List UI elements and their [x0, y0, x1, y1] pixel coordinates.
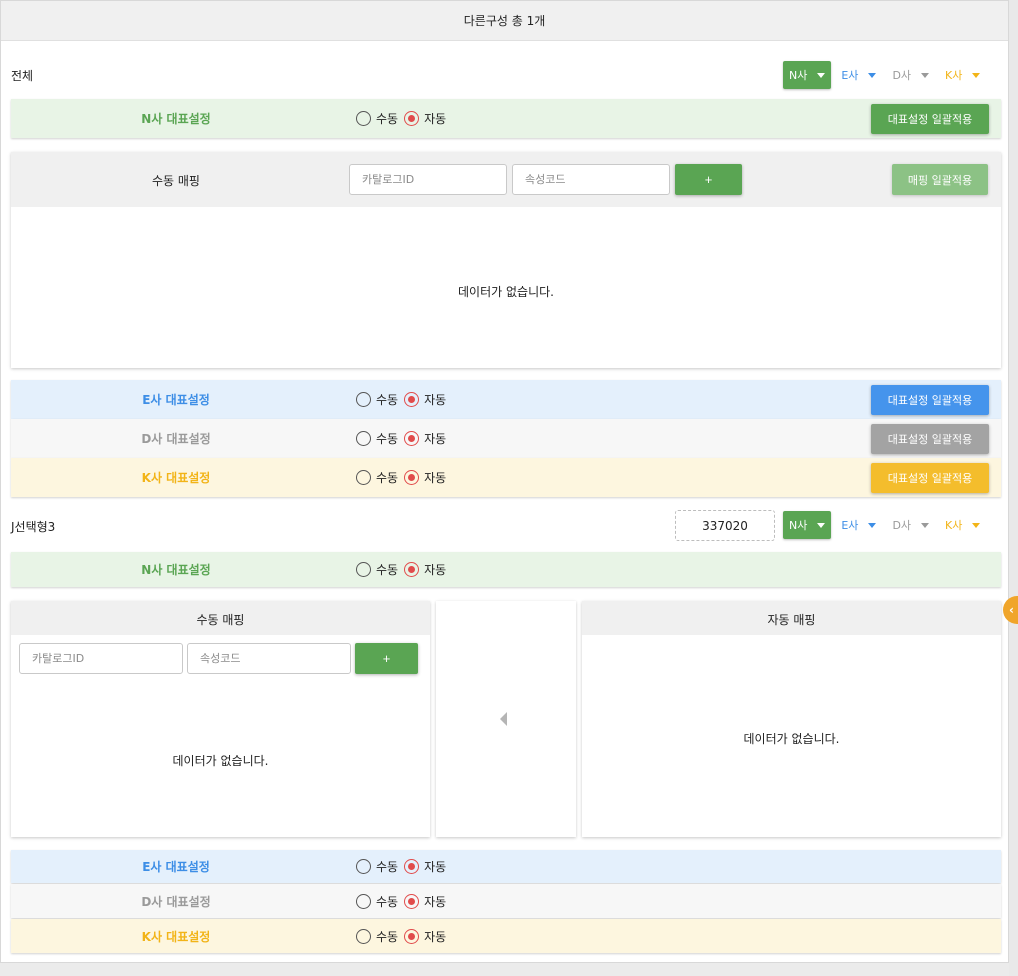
option-rep-setting-row-k: K사 대표설정 수동 자동 [11, 919, 1001, 953]
mode-radio-group: 수동 자동 [356, 561, 452, 578]
main-frame: 다른구성 총 1개 전체 N사 E사 D사 K사 N사 대표설정 수동 자동 대… [0, 0, 1009, 963]
vendor-dropdown-k[interactable]: K사 [939, 61, 986, 89]
radio-manual[interactable] [356, 893, 371, 909]
transfer-panel [436, 601, 576, 837]
add-mapping-button[interactable]: + [675, 164, 742, 195]
rep-setting-row-e: E사 대표설정 수동 자동 대표설정 일괄적용 [11, 380, 1001, 419]
mode-radio-group: 수동 자동 [356, 110, 452, 127]
rep-setting-label: E사 대표설정 [142, 393, 210, 407]
radio-manual[interactable] [356, 859, 371, 874]
vendor-dropdown-e[interactable]: E사 [835, 61, 882, 89]
mode-radio-group: 수동 자동 [356, 391, 452, 408]
rep-setting-label: N사 대표설정 [141, 112, 211, 126]
radio-manual[interactable] [356, 392, 371, 407]
caret-down-icon [868, 72, 877, 78]
vendor-dropdown-e[interactable]: E사 [835, 511, 882, 539]
radio-auto[interactable] [404, 562, 420, 577]
manual-mapping-title: 수동 매핑 [196, 613, 245, 627]
auto-mapping-header: 자동 매핑 [582, 601, 1001, 635]
vendor-filter-option: N사 E사 D사 K사 [779, 511, 986, 539]
page-header: 다른구성 총 1개 [1, 1, 1008, 41]
rep-setting-label: K사 대표설정 [141, 471, 211, 485]
manual-mapping-header: 수동 매핑 [11, 601, 430, 635]
radio-manual[interactable] [356, 431, 371, 446]
vendor-filter-all: N사 E사 D사 K사 [779, 61, 986, 89]
arrow-left-icon[interactable] [500, 712, 507, 726]
page-title: 다른구성 총 1개 [463, 14, 546, 28]
mode-radio-group: 수동 자동 [356, 928, 452, 945]
rep-setting-label: E사 대표설정 [142, 860, 210, 874]
empty-message: 데이터가 없습니다. [458, 285, 554, 299]
option-manual-mapping-panel: 수동 매핑 + 데이터가 없습니다. [11, 601, 430, 837]
option-rep-setting-row-e: E사 대표설정 수동 자동 [11, 850, 1001, 883]
vendor-dropdown-k[interactable]: K사 [939, 511, 986, 539]
rep-setting-row-d: D사 대표설정 수동 자동 대표설정 일괄적용 [11, 419, 1001, 458]
section-title-option: J선택형3 [11, 520, 56, 534]
rep-setting-label: D사 대표설정 [141, 894, 211, 909]
rep-apply-all-button-e[interactable]: 대표설정 일괄적용 [871, 384, 989, 415]
manual-mapping-panel: 수동 매핑 + 매핑 일괄적용 데이터가 없습니다. [11, 152, 1001, 368]
rep-apply-all-button-n[interactable]: 대표설정 일괄적용 [871, 103, 989, 134]
vendor-dropdown-n[interactable]: N사 [783, 61, 832, 89]
rep-setting-label: N사 대표설정 [141, 563, 211, 577]
catalog-id-input[interactable] [19, 643, 183, 674]
rep-setting-row-k: K사 대표설정 수동 자동 대표설정 일괄적용 [11, 458, 1001, 497]
manual-mapping-title: 수동 매핑 [152, 174, 200, 188]
radio-auto[interactable] [404, 470, 420, 485]
attribute-code-input[interactable] [187, 643, 351, 674]
rep-setting-label: K사 대표설정 [141, 929, 211, 944]
radio-auto[interactable] [404, 392, 420, 407]
scrollbar-track[interactable] [1009, 0, 1018, 976]
radio-auto[interactable] [404, 859, 420, 874]
radio-auto[interactable] [404, 111, 420, 126]
radio-manual[interactable] [356, 470, 371, 485]
mode-radio-group: 수동 자동 [356, 858, 452, 875]
catalog-id-input[interactable] [349, 164, 507, 195]
auto-mapping-panel: 자동 매핑 데이터가 없습니다. [582, 601, 1001, 837]
option-rep-setting-row-d: D사 대표설정 수동 자동 [11, 884, 1001, 918]
caret-down-icon [921, 72, 930, 78]
attribute-code-input[interactable] [512, 164, 670, 195]
empty-message: 데이터가 없습니다. [743, 732, 840, 746]
caret-down-icon [817, 522, 826, 528]
mode-radio-group: 수동 자동 [356, 893, 452, 910]
caret-down-icon [972, 522, 981, 528]
vendor-dropdown-d[interactable]: D사 [886, 61, 935, 89]
rep-apply-all-button-k[interactable]: 대표설정 일괄적용 [871, 462, 989, 493]
vendor-dropdown-n[interactable]: N사 [783, 511, 832, 539]
mode-radio-group: 수동 자동 [356, 469, 452, 486]
empty-message: 데이터가 없습니다. [172, 754, 269, 768]
auto-mapping-title: 자동 매핑 [767, 613, 816, 627]
radio-manual[interactable] [356, 111, 371, 126]
manual-mapping-toolbar: 수동 매핑 + 매핑 일괄적용 [11, 152, 1001, 207]
section-title-all: 전체 [11, 69, 34, 83]
add-mapping-button[interactable]: + [355, 643, 418, 674]
radio-auto[interactable] [404, 928, 420, 944]
radio-auto[interactable] [404, 431, 420, 446]
option-code-field[interactable]: 337020 [675, 510, 775, 541]
caret-down-icon [921, 522, 930, 528]
radio-auto[interactable] [404, 893, 420, 909]
caret-down-icon [868, 522, 877, 528]
radio-manual[interactable] [356, 928, 371, 944]
mapping-apply-all-button[interactable]: 매핑 일괄적용 [892, 164, 988, 195]
caret-down-icon [972, 72, 981, 78]
rep-setting-row-n: N사 대표설정 수동 자동 대표설정 일괄적용 [11, 99, 1001, 138]
rep-setting-label: D사 대표설정 [141, 432, 211, 446]
mode-radio-group: 수동 자동 [356, 430, 452, 447]
caret-down-icon [817, 72, 826, 78]
rep-apply-all-button-d[interactable]: 대표설정 일괄적용 [871, 423, 989, 454]
option-rep-setting-row-n: N사 대표설정 수동 자동 [11, 552, 1001, 587]
vendor-dropdown-d[interactable]: D사 [886, 511, 935, 539]
radio-manual[interactable] [356, 562, 371, 577]
